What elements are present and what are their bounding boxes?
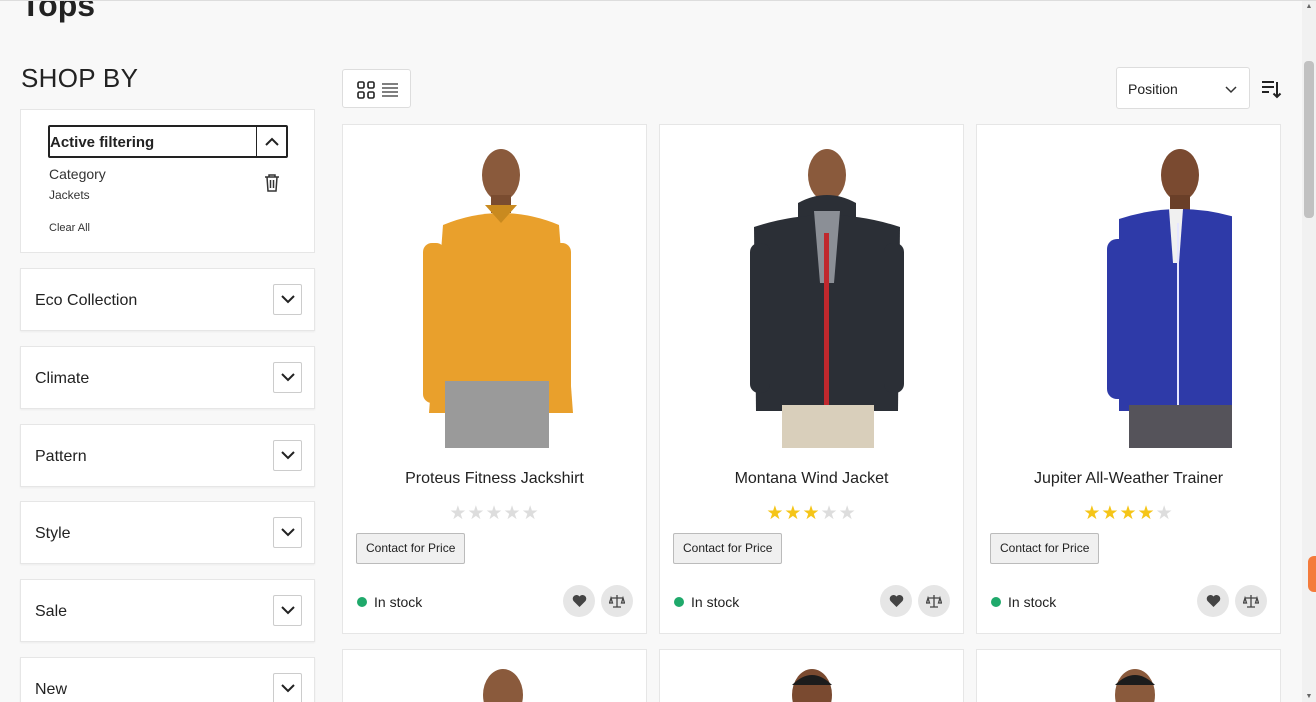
stock-status: In stock bbox=[674, 594, 739, 610]
star-icon: ★ bbox=[838, 503, 857, 524]
chevron-down-icon[interactable] bbox=[273, 673, 302, 702]
stock-label: In stock bbox=[1008, 594, 1057, 610]
star-icon: ★ bbox=[1137, 503, 1156, 524]
chevron-down-icon[interactable] bbox=[273, 284, 302, 315]
star-icon: ★ bbox=[521, 503, 540, 524]
chevron-down-icon[interactable] bbox=[273, 595, 302, 626]
product-image[interactable] bbox=[1027, 143, 1232, 448]
star-icon: ★ bbox=[1101, 503, 1120, 524]
star-icon: ★ bbox=[485, 503, 504, 524]
wishlist-button[interactable] bbox=[880, 585, 912, 617]
compare-button[interactable] bbox=[601, 585, 633, 617]
chevron-down-icon bbox=[1225, 86, 1237, 94]
page-scrollbar[interactable]: ▲ ▼ bbox=[1302, 1, 1316, 702]
scroll-up-arrow-icon[interactable]: ▲ bbox=[1305, 3, 1313, 11]
product-image[interactable] bbox=[343, 650, 647, 702]
facet-label: Climate bbox=[35, 370, 90, 387]
heart-icon bbox=[889, 595, 903, 607]
facet-style[interactable]: Style bbox=[20, 501, 315, 564]
category-page: Tops SHOP BY Active filtering Category J… bbox=[0, 0, 1316, 702]
sort-descending-icon[interactable] bbox=[1260, 78, 1282, 100]
product-card[interactable] bbox=[342, 649, 647, 702]
stock-status: In stock bbox=[357, 594, 422, 610]
clear-all-link[interactable]: Clear All bbox=[49, 222, 90, 234]
star-half-icon: ★ bbox=[802, 503, 821, 524]
grid-icon[interactable] bbox=[357, 81, 375, 99]
filter-name: Category bbox=[49, 166, 106, 182]
product-card[interactable]: Jupiter All-Weather Trainer ★★★★★ Contac… bbox=[976, 124, 1281, 634]
compare-button[interactable] bbox=[918, 585, 950, 617]
star-icon: ★ bbox=[766, 503, 785, 524]
scale-icon bbox=[926, 594, 942, 608]
star-icon: ★ bbox=[1083, 503, 1102, 524]
facet-label: Pattern bbox=[35, 448, 87, 465]
facet-new[interactable]: New bbox=[20, 657, 315, 702]
contact-for-price-button[interactable]: Contact for Price bbox=[673, 533, 783, 564]
facet-label: Eco Collection bbox=[35, 292, 138, 309]
star-icon: ★ bbox=[784, 503, 803, 524]
scale-icon bbox=[1243, 594, 1259, 608]
facet-label: New bbox=[35, 681, 68, 698]
product-card[interactable]: Montana Wind Jacket ★★★★★ Contact for Pr… bbox=[659, 124, 964, 634]
scroll-down-arrow-icon[interactable]: ▼ bbox=[1305, 693, 1313, 701]
facet-pattern[interactable]: Pattern bbox=[20, 424, 315, 487]
star-icon: ★ bbox=[449, 503, 468, 524]
product-name[interactable]: Jupiter All-Weather Trainer bbox=[977, 470, 1280, 488]
chevron-down-icon[interactable] bbox=[273, 517, 302, 548]
active-filtering-label: Active filtering bbox=[50, 134, 155, 151]
chevron-up-icon[interactable] bbox=[256, 127, 286, 156]
chevron-down-icon[interactable] bbox=[273, 362, 302, 393]
chevron-down-icon[interactable] bbox=[273, 440, 302, 471]
wishlist-button[interactable] bbox=[1197, 585, 1229, 617]
product-image[interactable] bbox=[393, 143, 598, 448]
stock-label: In stock bbox=[691, 594, 740, 610]
star-icon: ★ bbox=[503, 503, 522, 524]
stock-status: In stock bbox=[991, 594, 1056, 610]
rating-stars: ★★★★★ bbox=[660, 502, 963, 525]
product-name[interactable]: Montana Wind Jacket bbox=[660, 470, 963, 488]
facet-climate[interactable]: Climate bbox=[20, 346, 315, 409]
star-icon: ★ bbox=[467, 503, 486, 524]
feedback-tab[interactable] bbox=[1308, 556, 1316, 592]
heart-icon bbox=[572, 595, 586, 607]
shop-by-heading: SHOP BY bbox=[21, 63, 139, 93]
rating-stars: ★★★★★ bbox=[343, 502, 646, 525]
active-filtering-panel: Active filtering Category Jackets Clear … bbox=[20, 109, 315, 253]
compare-button[interactable] bbox=[1235, 585, 1267, 617]
product-card[interactable]: Proteus Fitness Jackshirt ★★★★★ Contact … bbox=[342, 124, 647, 634]
contact-for-price-button[interactable]: Contact for Price bbox=[990, 533, 1100, 564]
scale-icon bbox=[609, 594, 625, 608]
product-image[interactable] bbox=[977, 650, 1281, 702]
in-stock-dot-icon bbox=[991, 597, 1001, 607]
sort-by-value: Position bbox=[1128, 81, 1178, 97]
product-image[interactable] bbox=[660, 650, 964, 702]
facet-label: Style bbox=[35, 525, 71, 542]
product-image[interactable] bbox=[710, 143, 915, 448]
facet-label: Sale bbox=[35, 603, 68, 620]
filter-value: Jackets bbox=[49, 188, 90, 202]
contact-for-price-button[interactable]: Contact for Price bbox=[356, 533, 466, 564]
product-card[interactable] bbox=[976, 649, 1281, 702]
list-icon[interactable] bbox=[381, 81, 399, 99]
stock-label: In stock bbox=[374, 594, 423, 610]
facet-sale[interactable]: Sale bbox=[20, 579, 315, 642]
active-filtering-toggle[interactable]: Active filtering bbox=[48, 125, 288, 158]
scrollbar-thumb[interactable] bbox=[1304, 61, 1314, 218]
view-mode-switcher bbox=[342, 69, 411, 108]
product-card[interactable] bbox=[659, 649, 964, 702]
in-stock-dot-icon bbox=[674, 597, 684, 607]
page-title: Tops bbox=[21, 0, 96, 23]
wishlist-button[interactable] bbox=[563, 585, 595, 617]
rating-stars: ★★★★★ bbox=[977, 502, 1280, 525]
star-icon: ★ bbox=[1155, 503, 1174, 524]
sort-by-select[interactable]: Position bbox=[1116, 67, 1250, 109]
in-stock-dot-icon bbox=[357, 597, 367, 607]
star-icon: ★ bbox=[820, 503, 839, 524]
trash-icon[interactable] bbox=[263, 173, 281, 193]
facet-eco-collection[interactable]: Eco Collection bbox=[20, 268, 315, 331]
star-icon: ★ bbox=[1119, 503, 1138, 524]
product-name[interactable]: Proteus Fitness Jackshirt bbox=[343, 470, 646, 488]
heart-icon bbox=[1206, 595, 1220, 607]
